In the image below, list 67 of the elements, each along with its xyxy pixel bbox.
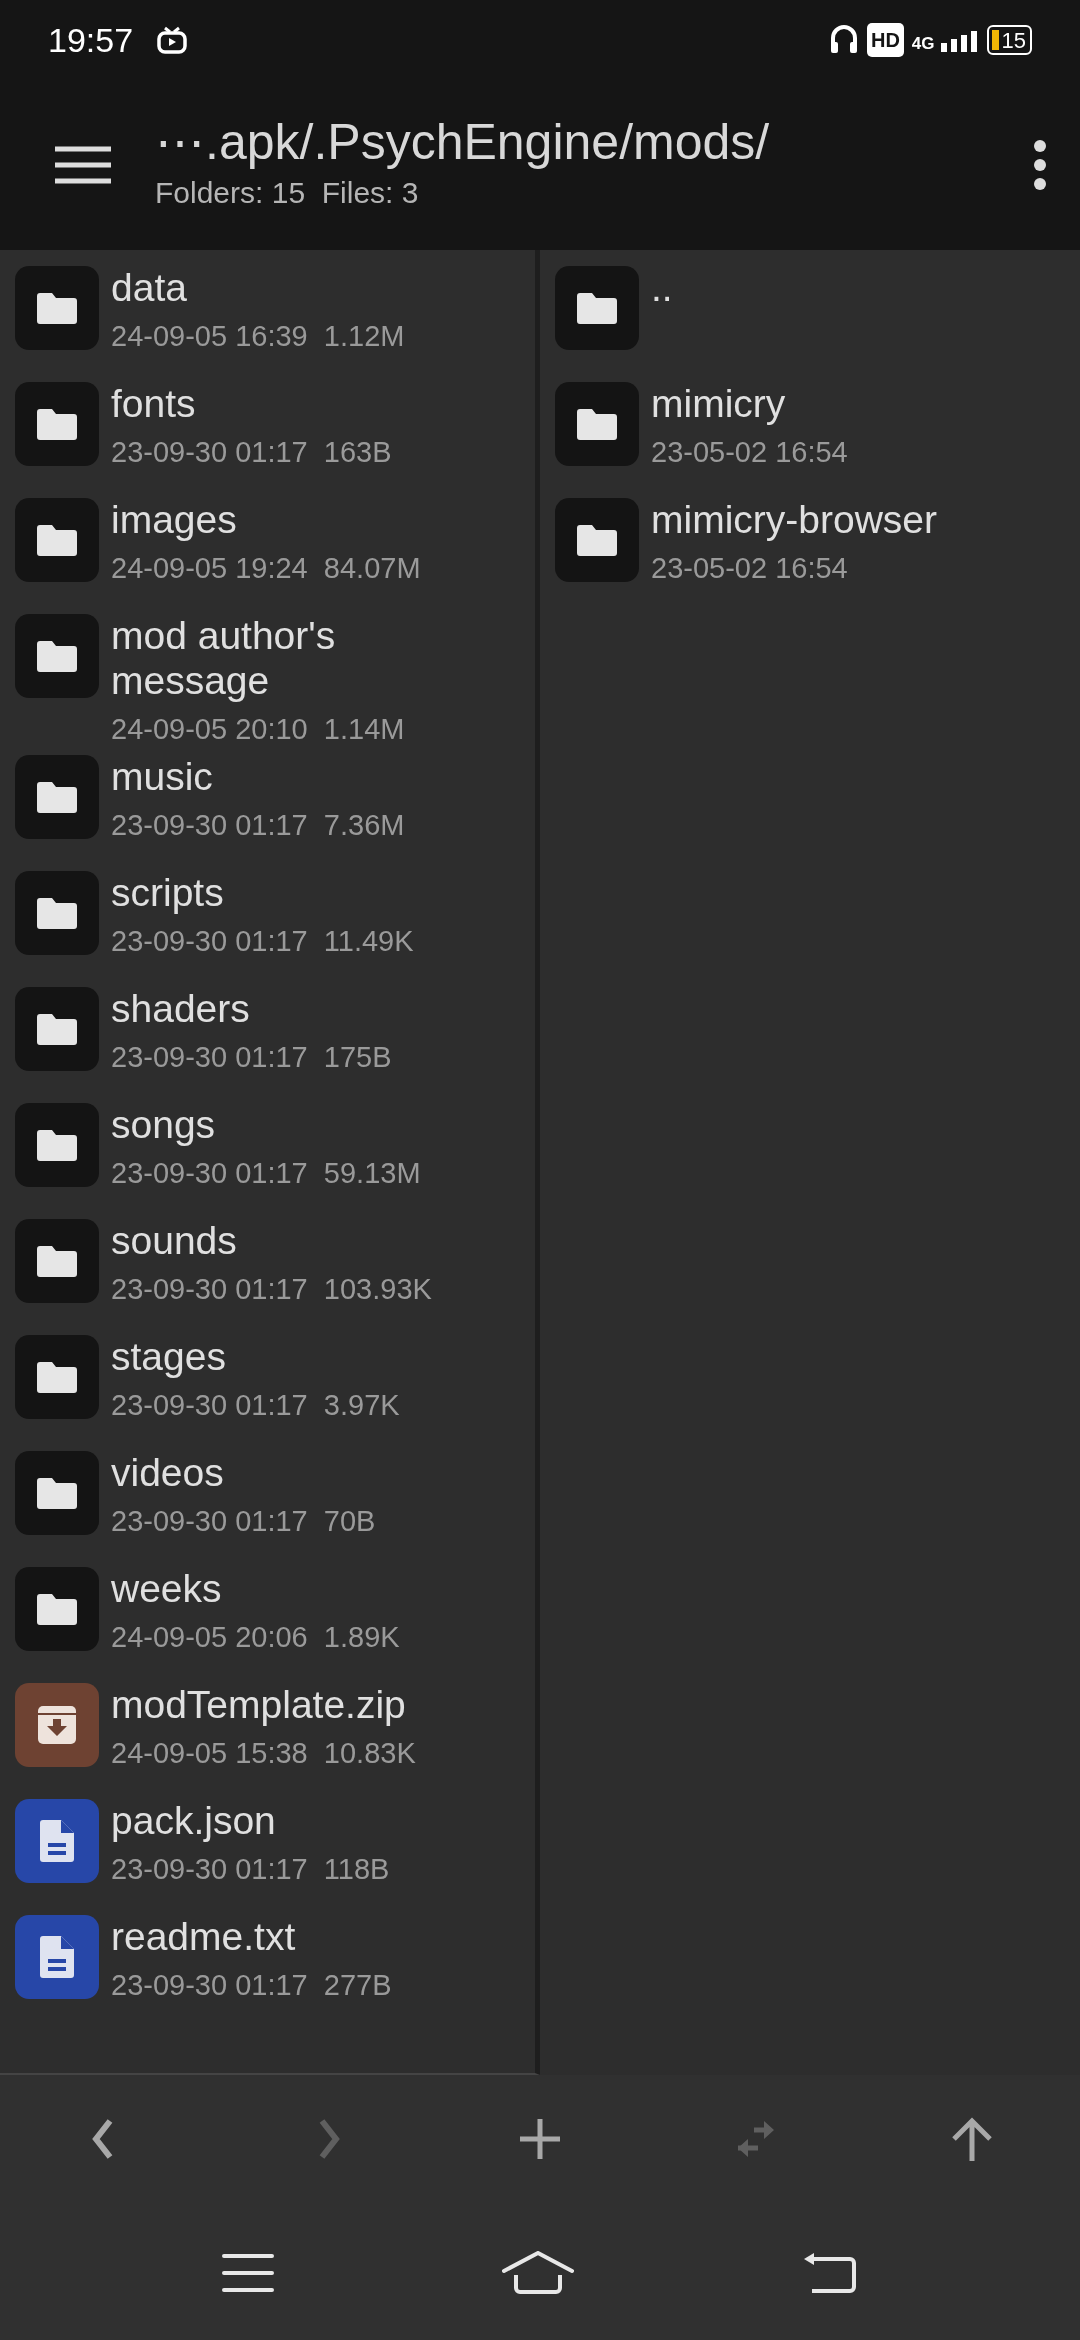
folder-icon: [15, 382, 99, 466]
file-name[interactable]: data: [111, 266, 405, 311]
folder-icon: [15, 755, 99, 840]
folder-icon: [15, 1103, 99, 1188]
file-details: 23-09-30 01:17 118B: [111, 1852, 390, 1888]
back-arrow-icon[interactable]: [802, 2250, 858, 2295]
file-details: 23-09-30 01:17 277B: [111, 1968, 392, 2004]
file-name[interactable]: mimicry-browser: [651, 498, 937, 543]
file-name[interactable]: modTemplate.zip: [111, 1683, 416, 1729]
folder-icon: [555, 382, 639, 466]
file-details: 23-09-30 01:17 11.49K: [111, 924, 414, 960]
file-details: 23-09-30 01:17 59.13M: [111, 1156, 421, 1192]
folder-icon: [555, 498, 639, 582]
folder-icon: [15, 1219, 99, 1304]
file-details: 23-09-30 01:17 70B: [111, 1504, 376, 1540]
file-name[interactable]: ..: [651, 266, 673, 311]
hd-indicator: HD: [866, 23, 904, 57]
headphones-icon: [828, 24, 859, 56]
file-details: 24-09-05 16:39 1.12M: [111, 318, 405, 354]
file-details: 23-09-30 01:17 3.97K: [111, 1388, 400, 1424]
folder-icon: [15, 266, 99, 350]
network-label: 4G: [911, 35, 935, 52]
battery-icon: 15: [986, 25, 1032, 55]
file-name[interactable]: pack.json: [111, 1799, 390, 1845]
signal-icon: [938, 28, 979, 52]
file-details: 23-05-02 16:54: [651, 550, 849, 586]
file-details: 23-09-30 01:17 7.36M: [111, 808, 405, 844]
folder-icon: [15, 1335, 99, 1420]
file-name[interactable]: mimicry: [651, 382, 848, 427]
file-name[interactable]: videos: [111, 1451, 376, 1497]
recent-apps-icon[interactable]: [222, 2252, 274, 2293]
file-name[interactable]: stages: [111, 1335, 400, 1381]
tv-icon: [157, 26, 188, 54]
folder-icon: [15, 614, 99, 698]
file-details: 24-09-05 20:10 1.14M: [111, 711, 406, 747]
archive-icon: [15, 1683, 99, 1768]
clock: 19:57: [48, 19, 134, 61]
folder-icon: [555, 266, 639, 350]
document-icon: [15, 1799, 99, 1884]
file-name[interactable]: readme.txt: [111, 1915, 392, 1961]
file-name[interactable]: shaders: [111, 987, 392, 1033]
home-icon[interactable]: [502, 2250, 574, 2295]
folder-icon: [15, 987, 99, 1072]
file-details: 24-09-05 20:06 1.89K: [111, 1620, 400, 1656]
file-name[interactable]: fonts: [111, 382, 392, 427]
file-name[interactable]: sounds: [111, 1219, 432, 1265]
file-name[interactable]: mod author's message: [111, 614, 441, 704]
folder-icon: [15, 1567, 99, 1652]
file-name[interactable]: scripts: [111, 871, 414, 917]
file-name[interactable]: music: [111, 755, 405, 801]
file-details: 23-09-30 01:17 163B: [111, 434, 392, 470]
folder-summary: Folders: 15 Files: 3: [155, 175, 420, 211]
folder-icon: [15, 498, 99, 582]
folder-icon: [15, 871, 99, 956]
file-details: 23-05-02 16:54: [651, 434, 848, 470]
file-details: 23-09-30 01:17 103.93K: [111, 1272, 432, 1308]
document-icon: [15, 1915, 99, 2000]
file-details: 24-09-05 15:38 10.83K: [111, 1736, 416, 1772]
file-name[interactable]: songs: [111, 1103, 421, 1149]
up-icon[interactable]: [952, 2117, 992, 2163]
folder-path: ⋯.apk/.PsychEngine/mods/: [155, 115, 771, 170]
file-details: 24-09-05 19:24 84.07M: [111, 550, 421, 586]
file-name[interactable]: weeks: [111, 1567, 400, 1613]
folder-icon: [15, 1451, 99, 1536]
file-name[interactable]: images: [111, 498, 421, 543]
menu-icon[interactable]: [55, 145, 111, 185]
file-details: 23-09-30 01:17 175B: [111, 1040, 392, 1076]
